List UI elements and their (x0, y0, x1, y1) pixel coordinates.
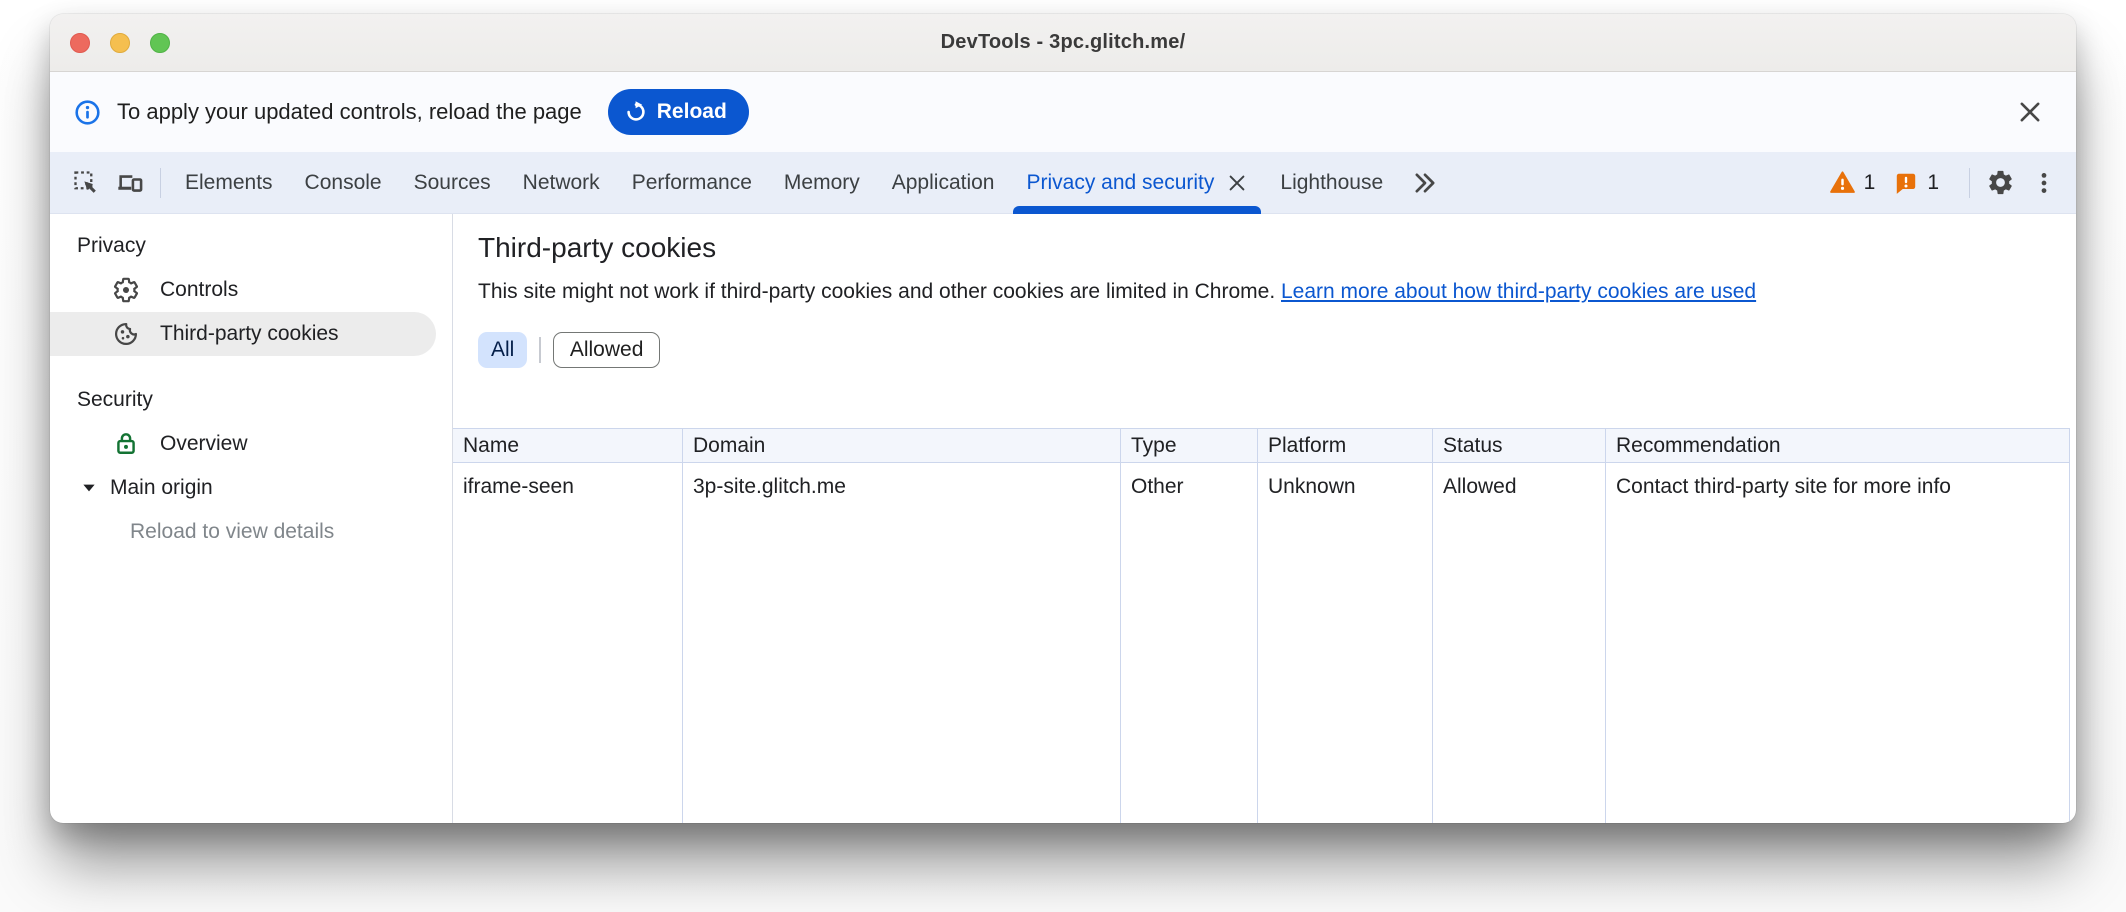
reload-to-view-details-hint: Reload to view details (50, 510, 452, 554)
tab-lighthouse[interactable]: Lighthouse (1264, 152, 1399, 214)
inspect-element-button[interactable] (64, 159, 108, 207)
close-tab-icon[interactable] (1226, 172, 1248, 194)
kebab-menu-icon (2031, 170, 2057, 196)
active-tab-underline (1013, 206, 1261, 214)
table-cell[interactable]: Unknown (1258, 463, 1432, 499)
column-type: Type Other (1121, 429, 1258, 823)
status-filter-group: All Allowed (478, 332, 2076, 368)
reload-infobar: To apply your updated controls, reload t… (50, 72, 2076, 152)
table-cell[interactable]: Allowed (1433, 463, 1605, 499)
table-cell[interactable]: 3p-site.glitch.me (683, 463, 1120, 499)
column-header[interactable]: Platform (1258, 429, 1432, 463)
sidebar-item-label: Third-party cookies (160, 322, 339, 346)
cookie-icon (112, 320, 140, 348)
panel-description: This site might not work if third-party … (478, 280, 2076, 304)
tab-console[interactable]: Console (289, 152, 398, 214)
privacy-security-sidebar: Privacy Controls Third-party cookies (50, 214, 452, 823)
learn-more-link[interactable]: Learn more about how third-party cookies… (1281, 280, 1756, 303)
device-toolbar-icon (116, 169, 144, 197)
table-cell[interactable]: Contact third-party site for more info (1606, 463, 2069, 499)
info-icon (74, 99, 101, 126)
column-name: Name iframe-seen (453, 429, 683, 823)
sidebar-item-label: Overview (160, 432, 248, 456)
tab-performance[interactable]: Performance (616, 152, 768, 214)
table-cell[interactable]: Other (1121, 463, 1257, 499)
gear-icon (112, 276, 140, 304)
sidebar-section-security: Security (50, 378, 452, 422)
tab-application[interactable]: Application (876, 152, 1011, 214)
window-title: DevTools - 3pc.glitch.me/ (50, 31, 2076, 54)
close-infobar-button[interactable] (2012, 94, 2048, 130)
close-icon (2016, 98, 2044, 126)
sidebar-item-controls[interactable]: Controls (50, 268, 452, 312)
warning-count: 1 (1864, 171, 1876, 195)
column-status: Status Allowed (1433, 429, 1606, 823)
column-header[interactable]: Domain (683, 429, 1120, 463)
third-party-cookies-panel: Third-party cookies This site might not … (453, 214, 2076, 823)
column-recommendation: Recommendation Contact third-party site … (1606, 429, 2070, 823)
tab-privacy-and-security[interactable]: Privacy and security (1010, 152, 1264, 214)
devtools-window: DevTools - 3pc.glitch.me/ To apply your … (50, 14, 2076, 823)
reload-button[interactable]: Reload (608, 89, 749, 135)
window-titlebar: DevTools - 3pc.glitch.me/ (50, 14, 2076, 72)
issue-count: 1 (1927, 171, 1939, 195)
filter-chip-all[interactable]: All (478, 332, 527, 368)
lock-icon (112, 430, 140, 458)
gear-icon (1986, 168, 2015, 197)
page-title: Third-party cookies (478, 232, 2076, 264)
sidebar-section-privacy: Privacy (50, 224, 452, 268)
column-domain: Domain 3p-site.glitch.me (683, 429, 1121, 823)
tab-sources[interactable]: Sources (398, 152, 507, 214)
chip-divider (539, 337, 541, 363)
sidebar-item-overview[interactable]: Overview (50, 422, 452, 466)
table-cell[interactable]: iframe-seen (453, 463, 682, 499)
toolbar-divider (160, 168, 161, 198)
toolbar-divider (1969, 168, 1970, 198)
column-header[interactable]: Status (1433, 429, 1605, 463)
column-header[interactable]: Type (1121, 429, 1257, 463)
tab-memory[interactable]: Memory (768, 152, 876, 214)
column-header[interactable]: Recommendation (1606, 429, 2069, 463)
sidebar-item-main-origin[interactable]: Main origin (50, 466, 452, 510)
customize-devtools-button[interactable] (2022, 159, 2066, 207)
sidebar-item-label: Controls (160, 278, 238, 302)
desktop-background: DevTools - 3pc.glitch.me/ To apply your … (0, 0, 2126, 912)
sidebar-item-label: Main origin (110, 476, 213, 500)
warnings-badge[interactable]: 1 1 (1829, 169, 1949, 196)
tab-network[interactable]: Network (507, 152, 616, 214)
reload-icon (624, 100, 648, 124)
more-tabs-icon (1411, 169, 1439, 197)
warning-triangle-icon (1829, 169, 1856, 196)
inspect-icon (72, 169, 100, 197)
devtools-toolbar: Elements Console Sources Network Perform… (50, 152, 2076, 214)
more-tabs-button[interactable] (1403, 159, 1447, 207)
filter-chip-allowed[interactable]: Allowed (553, 332, 661, 368)
reload-button-label: Reload (657, 100, 727, 124)
chevron-down-icon[interactable] (80, 479, 98, 497)
infobar-message: To apply your updated controls, reload t… (117, 99, 582, 125)
device-toolbar-button[interactable] (108, 159, 152, 207)
tab-elements[interactable]: Elements (169, 152, 289, 214)
cookies-table: Name iframe-seen Domain 3p-site.glitch.m… (453, 428, 2070, 823)
column-platform: Platform Unknown (1258, 429, 1433, 823)
sidebar-item-third-party-cookies[interactable]: Third-party cookies (50, 312, 436, 356)
settings-button[interactable] (1978, 159, 2022, 207)
issue-icon (1893, 170, 1919, 196)
column-header[interactable]: Name (453, 429, 682, 463)
